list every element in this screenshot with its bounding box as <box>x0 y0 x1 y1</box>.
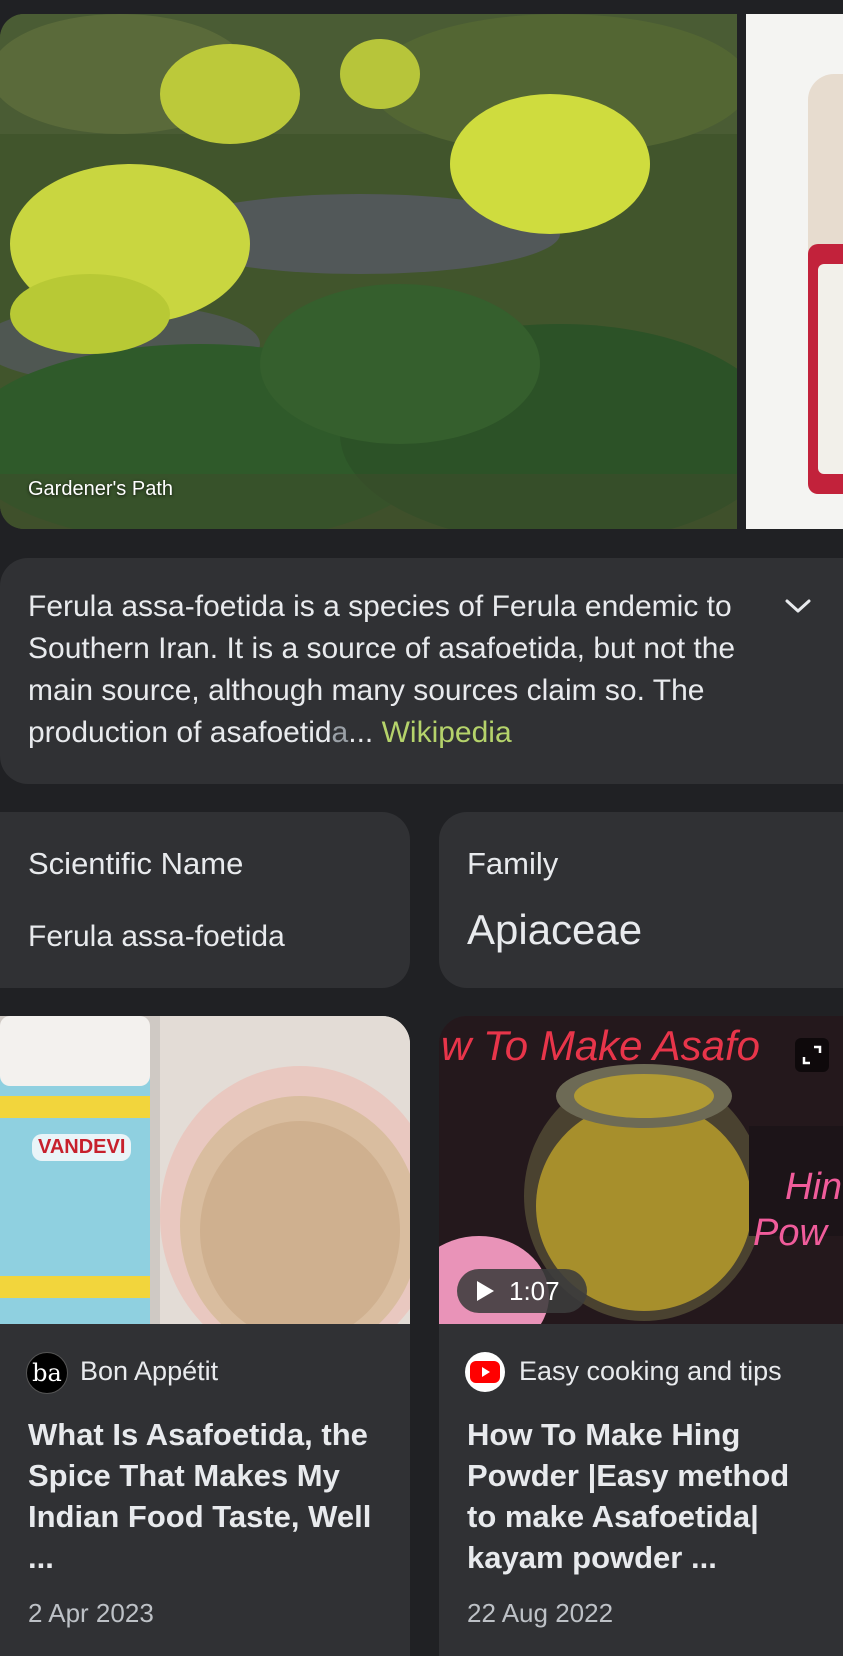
image-source-caption[interactable]: Gardener's Path <box>28 478 173 501</box>
description-text: Ferula assa-foetida is a species of Feru… <box>28 586 768 754</box>
bon-appetit-logo-icon: ba <box>26 1352 68 1394</box>
video-date: 22 Aug 2022 <box>467 1598 614 1628</box>
article-title[interactable]: What Is Asafoetida, the Spice That Makes… <box>28 1414 388 1578</box>
carousel-image-main[interactable]: Gardener's Path <box>0 14 737 529</box>
video-overlay-side-1: Hin <box>785 1166 843 1208</box>
article-card[interactable]: VANDEVI ba Bon Appétit What Is Asafoetid… <box>0 1016 410 1656</box>
spice-powder-photo-icon <box>0 1016 410 1324</box>
article-source: Bon Appétit <box>80 1356 219 1386</box>
fact-label: Family <box>467 846 559 881</box>
video-thumbnail[interactable]: w To Make Asafo Hin Pow 1:07 <box>439 1016 843 1324</box>
description-fade: a <box>331 716 349 749</box>
play-icon <box>477 1281 494 1301</box>
description-ellipsis: ... <box>348 716 374 749</box>
video-source: Easy cooking and tips <box>519 1356 782 1386</box>
fact-card-scientific-name[interactable]: Scientific Name Ferula assa-foetida <box>0 812 410 988</box>
fact-value: Ferula assa-foetida <box>28 920 285 953</box>
fact-label: Scientific Name <box>28 846 244 881</box>
video-overlay-side-2: Pow <box>753 1212 827 1254</box>
product-label-text: VANDEVI <box>32 1134 132 1161</box>
fact-value: Apiaceae <box>467 906 643 953</box>
youtube-icon <box>465 1352 505 1392</box>
video-duration-badge[interactable]: 1:07 <box>457 1269 587 1313</box>
article-date: 2 Apr 2023 <box>28 1598 154 1628</box>
chevron-down-icon[interactable] <box>782 590 814 622</box>
expand-icon[interactable] <box>795 1038 829 1072</box>
video-title[interactable]: How To Make Hing Powder |Easy method to … <box>467 1414 827 1578</box>
wikipedia-link[interactable]: Wikipedia <box>382 716 512 749</box>
jar-label-panel <box>818 264 843 474</box>
carousel-image-side[interactable] <box>746 14 843 529</box>
video-overlay-title: w To Make Asafo <box>441 1022 761 1069</box>
video-card[interactable]: w To Make Asafo Hin Pow 1:07 Easy cookin… <box>439 1016 843 1656</box>
ferula-plant-photo-icon <box>0 14 737 529</box>
video-duration: 1:07 <box>509 1275 560 1306</box>
logo-text: ba <box>32 1359 62 1387</box>
article-thumbnail: VANDEVI <box>0 1016 410 1324</box>
fact-card-family[interactable]: Family Apiaceae <box>439 812 843 988</box>
